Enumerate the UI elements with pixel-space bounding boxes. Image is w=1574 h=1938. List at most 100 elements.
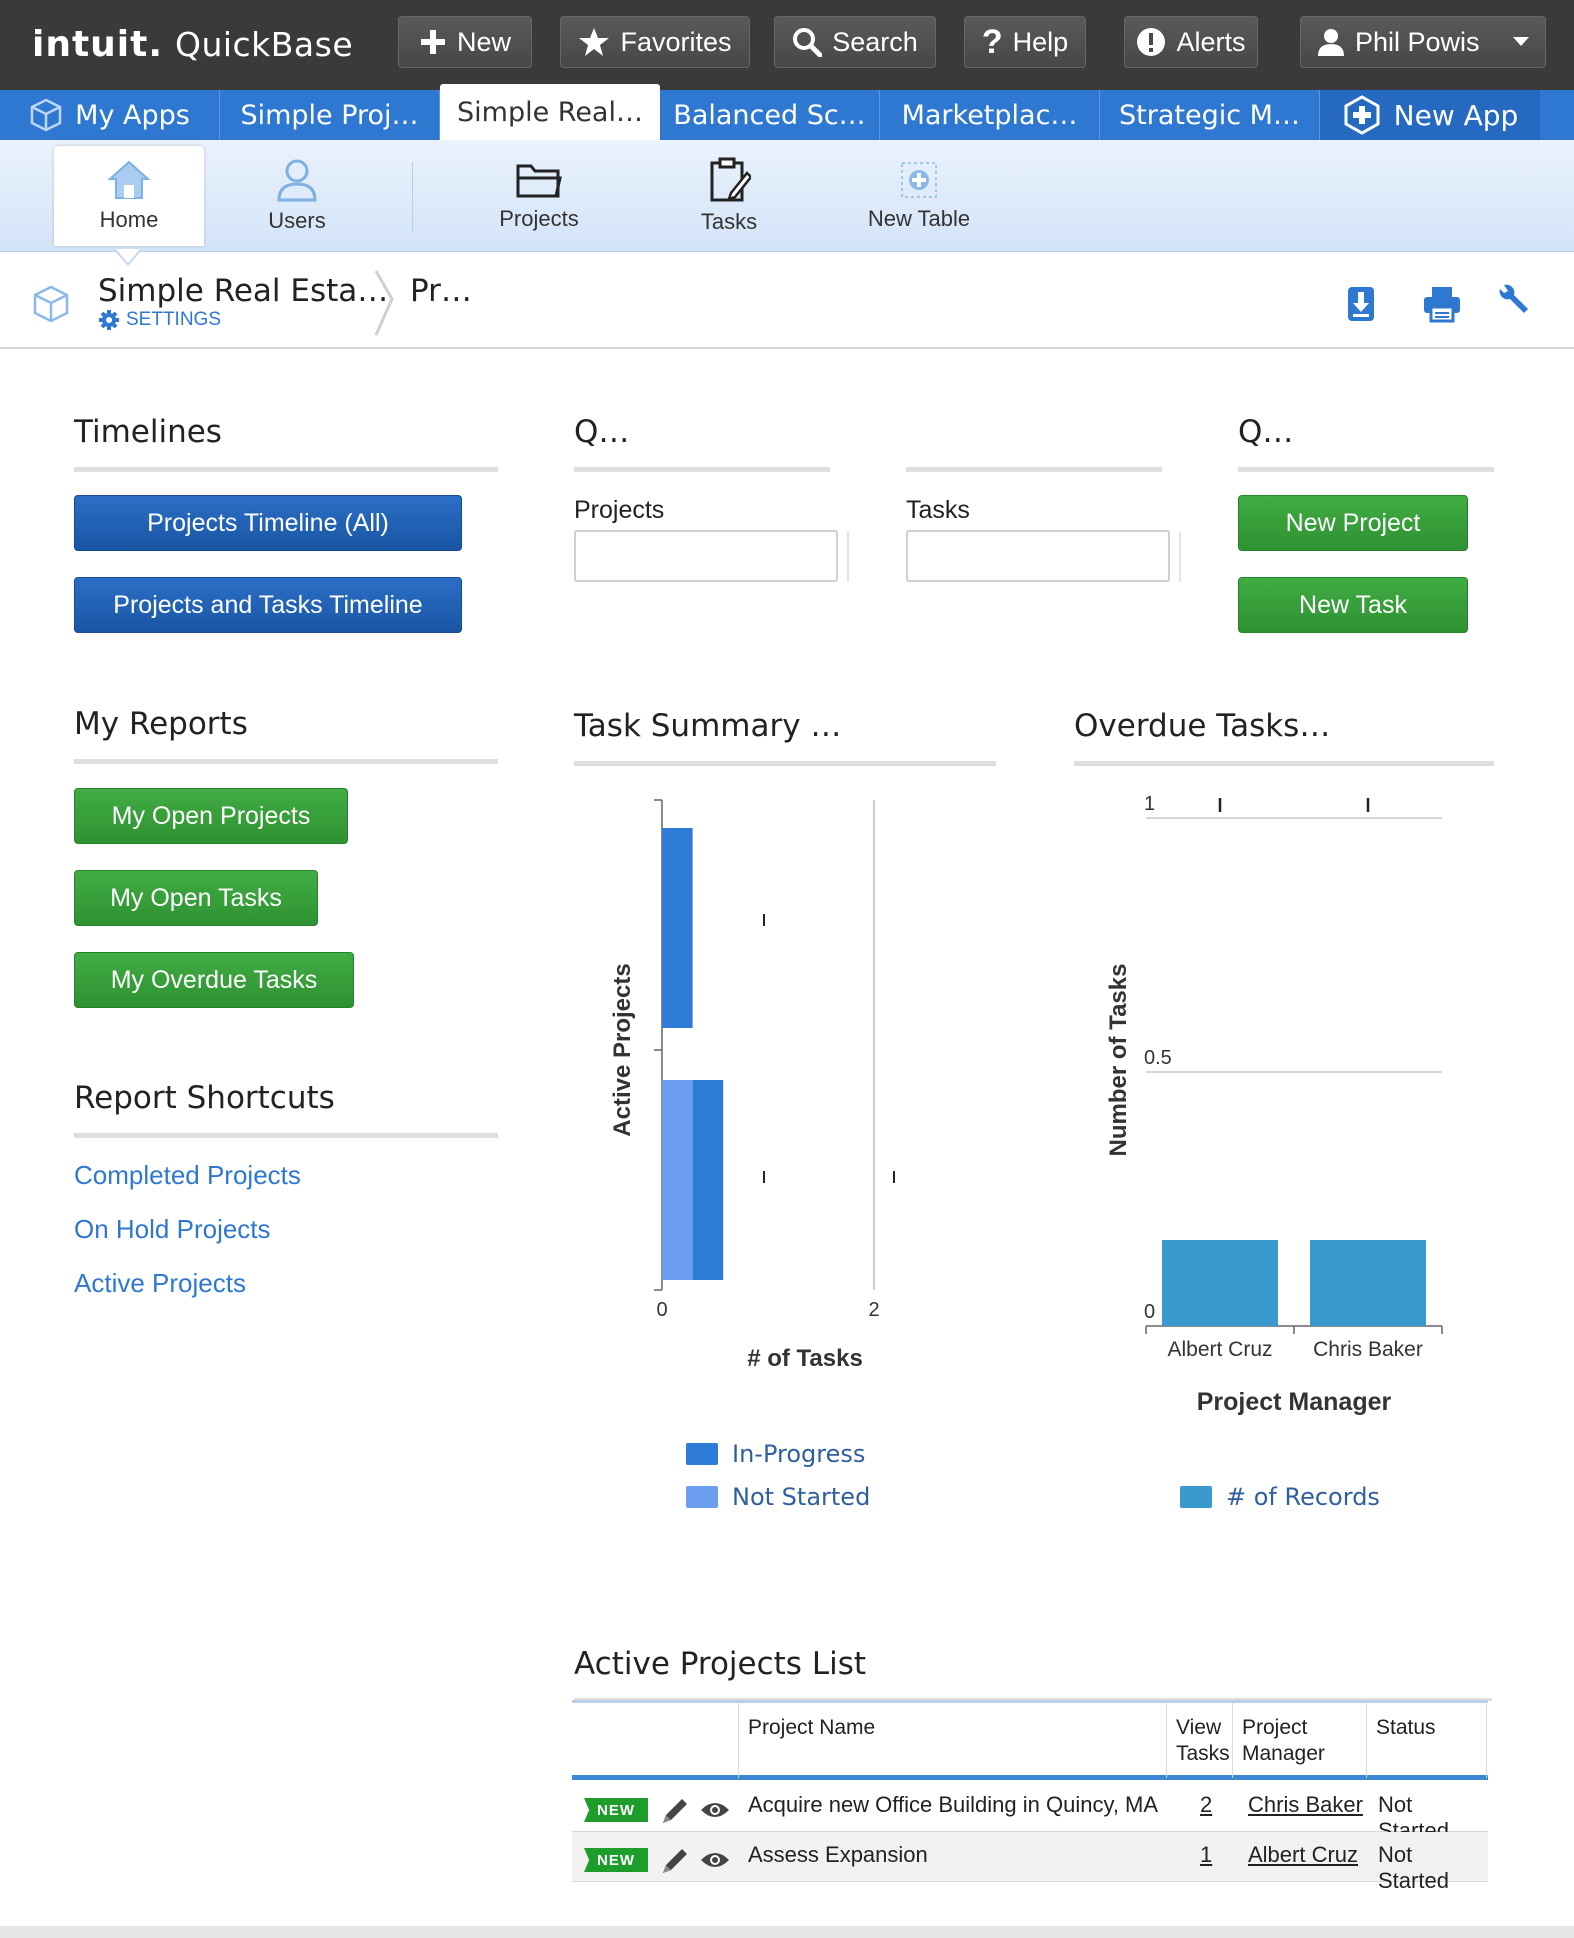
nav-tasks[interactable]: Tasks [654, 146, 804, 246]
edit-pencil-icon[interactable] [660, 1796, 690, 1826]
users-icon [277, 159, 317, 202]
overdue-tasks-title: Overdue Tasks… [1074, 708, 1331, 744]
question-icon: ? [981, 22, 1003, 61]
help-button[interactable]: ? Help [964, 16, 1086, 68]
header-project-manager[interactable]: Project Manager [1242, 1715, 1325, 1767]
my-open-tasks-button[interactable]: My Open Tasks [74, 870, 318, 926]
nav-home[interactable]: Home [54, 146, 204, 246]
project-manager-link[interactable]: Chris Baker [1248, 1792, 1363, 1818]
search-icon [793, 28, 823, 57]
legend-not-started: Not Started [686, 1483, 870, 1511]
app-tabs: My Apps Simple Proj… Simple Real… Balanc… [0, 84, 1574, 140]
x-tick-label: Albert Cruz [1167, 1338, 1272, 1361]
completed-projects-link[interactable]: Completed Projects [74, 1160, 301, 1191]
download-icon[interactable] [1346, 285, 1376, 323]
edit-pencil-icon[interactable] [660, 1846, 690, 1876]
project-name-cell[interactable]: Acquire new Office Building in Quincy, M… [748, 1792, 1158, 1818]
x-tick-label: 2 [868, 1299, 879, 1321]
app-tab-label: Marketplac… [901, 99, 1078, 131]
breadcrumb-page[interactable]: Pr… [410, 273, 472, 309]
search-button-label: Search [832, 26, 918, 57]
alerts-button[interactable]: Alerts [1124, 16, 1258, 68]
view-tasks-link[interactable]: 2 [1200, 1792, 1212, 1818]
legend-in-progress: In-Progress [686, 1440, 865, 1468]
view-tasks-link[interactable]: 1 [1200, 1842, 1212, 1868]
breadcrumb-app-name[interactable]: Simple Real Esta… [98, 273, 388, 309]
legend-records: # of Records [1180, 1483, 1380, 1511]
app-tab-label: Balanced Sc… [673, 99, 866, 131]
alerts-button-label: Alerts [1176, 26, 1246, 57]
header-status[interactable]: Status [1376, 1715, 1436, 1741]
bar-in-progress [692, 1080, 724, 1280]
task-summary-y-axis-label: Active Projects [609, 963, 636, 1136]
header-view-tasks-line2: Tasks [1176, 1742, 1230, 1765]
app-tab-label: Strategic M… [1119, 99, 1300, 131]
column-separator [1232, 1703, 1233, 1778]
quick-search-rule-1 [574, 467, 830, 472]
task-summary-rule [574, 761, 996, 766]
table-row[interactable]: NEW Acquire new Office Building in Quinc… [572, 1782, 1488, 1843]
column-separator [1166, 1703, 1167, 1778]
legend-swatch [686, 1486, 718, 1508]
projects-timeline-all-button[interactable]: Projects Timeline (All) [74, 495, 462, 551]
nav-new-table[interactable]: New Table [844, 146, 994, 246]
my-overdue-tasks-button[interactable]: My Overdue Tasks [74, 952, 354, 1008]
header-project-name[interactable]: Project Name [748, 1715, 875, 1741]
task-summary-chart: Active Projects # of Tasks 02 [609, 799, 895, 1372]
nav-projects[interactable]: Projects [464, 146, 614, 246]
nav-projects-label: Projects [499, 206, 579, 231]
gear-icon [99, 310, 119, 330]
header-pm-line2: Manager [1242, 1742, 1325, 1765]
project-manager-link[interactable]: Albert Cruz [1248, 1842, 1358, 1868]
app-tab-simple-real[interactable]: Simple Real… [440, 84, 660, 140]
new-app-button[interactable]: New App [1320, 90, 1540, 140]
breadcrumb-chevron-icon [374, 270, 394, 336]
user-menu-button[interactable]: Phil Powis [1300, 16, 1546, 68]
app-tab-strategic-m[interactable]: Strategic M… [1100, 90, 1320, 140]
project-name-cell[interactable]: Assess Expansion [748, 1842, 928, 1868]
new-app-label: New App [1393, 98, 1519, 132]
header-pm-line1: Project [1242, 1716, 1308, 1739]
view-eye-icon[interactable] [700, 1800, 730, 1820]
legend-label: Not Started [732, 1483, 871, 1511]
app-tab-simple-proj[interactable]: Simple Proj… [220, 90, 440, 140]
favorites-button[interactable]: Favorites [560, 16, 750, 68]
my-open-projects-button[interactable]: My Open Projects [74, 788, 348, 844]
tasks-search-divider [1179, 532, 1181, 582]
print-icon[interactable] [1422, 285, 1462, 323]
new-button[interactable]: New [398, 16, 532, 68]
new-button-label: New [456, 26, 511, 57]
my-reports-title: My Reports [74, 706, 248, 742]
header-view-tasks[interactable]: View Tasks [1176, 1715, 1230, 1767]
settings-link[interactable]: SETTINGS [98, 309, 221, 331]
overdue-x-axis-label: Project Manager [1197, 1388, 1392, 1416]
breadcrumb: Simple Real Esta… SETTINGS Pr… [0, 253, 1574, 349]
wrench-icon[interactable] [1496, 283, 1530, 317]
legend-swatch [1180, 1486, 1212, 1508]
on-hold-projects-link[interactable]: On Hold Projects [74, 1214, 271, 1245]
x-tick-label: Chris Baker [1313, 1338, 1423, 1361]
app-tab-label: Simple Real… [457, 96, 643, 128]
nav-users[interactable]: Users [222, 146, 372, 246]
quickbase-logo[interactable]: intuit. QuickBase [32, 24, 353, 65]
nav-separator [412, 162, 413, 232]
plus-icon [420, 30, 445, 54]
new-project-button[interactable]: New Project [1238, 495, 1468, 551]
app-tab-my-apps[interactable]: My Apps [0, 90, 220, 140]
new-task-button[interactable]: New Task [1238, 577, 1468, 633]
projects-search-input[interactable] [574, 530, 838, 582]
search-button[interactable]: Search [774, 16, 936, 68]
app-tab-label: Simple Proj… [240, 99, 419, 131]
timelines-title: Timelines [74, 414, 222, 450]
active-projects-link[interactable]: Active Projects [74, 1268, 246, 1299]
logo-brand: intuit. [32, 24, 164, 65]
table-row[interactable]: NEW Assess Expansion 1 Albert Cruz Not S… [572, 1832, 1488, 1893]
tasks-search-input[interactable] [906, 530, 1170, 582]
view-eye-icon[interactable] [700, 1850, 730, 1870]
app-tab-marketplace[interactable]: Marketplac… [880, 90, 1100, 140]
projects-tasks-timeline-button[interactable]: Projects and Tasks Timeline [74, 577, 462, 633]
x-tick-label: 0 [656, 1299, 667, 1321]
quick-add-rule [1238, 467, 1494, 472]
app-tab-balanced-sc[interactable]: Balanced Sc… [660, 90, 880, 140]
home-icon [107, 160, 151, 199]
